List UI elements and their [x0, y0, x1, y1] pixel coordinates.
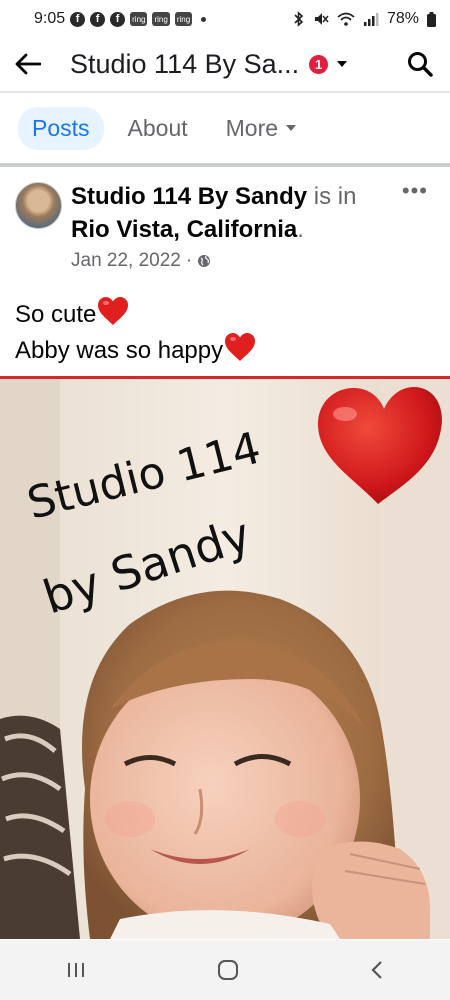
section-divider [0, 163, 450, 167]
wifi-icon [337, 12, 355, 26]
tab-more-label: More [225, 114, 279, 141]
ring-notification-icon: ring [174, 12, 193, 26]
author-avatar[interactable] [15, 182, 62, 229]
home-icon[interactable] [217, 959, 239, 981]
post-options-button[interactable]: ••• [402, 178, 428, 204]
page-title: Studio 114 By Sa... [70, 48, 300, 79]
bluetooth-icon [294, 11, 304, 27]
facebook-notification-icon: f [90, 11, 106, 27]
photo-illustration: Studio 114 by Sandy [0, 379, 450, 939]
facebook-notification-icon: f [70, 11, 86, 27]
tab-more[interactable]: More [212, 107, 310, 150]
back-arrow-icon [15, 53, 41, 75]
post-header: Studio 114 By Sandy is in Rio Vista, Cal… [0, 170, 450, 280]
meta-separator: · [185, 250, 193, 271]
page-header: Studio 114 By Sa... 1 [0, 38, 450, 90]
facebook-notification-icon: f [110, 11, 126, 27]
tab-posts[interactable]: Posts [18, 106, 104, 150]
location-link[interactable]: Rio Vista, California [71, 216, 297, 243]
heart-icon [98, 297, 129, 325]
status-time: 9:05 [34, 10, 66, 27]
mute-icon [314, 13, 329, 25]
chevron-down-icon[interactable] [336, 60, 348, 68]
ring-notification-icon: ring [152, 12, 170, 26]
post-meta: Jan 22, 2022 · [71, 250, 211, 272]
header-divider [0, 91, 450, 93]
battery-percent: 78% [386, 10, 419, 27]
search-icon [408, 52, 433, 77]
tab-about-label: About [127, 114, 188, 141]
back-icon[interactable] [370, 960, 384, 980]
post-text-line2: Abby was so happy [15, 337, 224, 364]
tab-posts-label: Posts [32, 114, 90, 141]
globe-icon [198, 255, 211, 267]
period-text: . [297, 216, 304, 243]
connector-text: is in [313, 183, 357, 210]
post-author-line: Studio 114 By Sandy is in Rio Vista, Cal… [71, 180, 401, 246]
post-text: So cute Abby was so happy [15, 296, 257, 368]
post-text-line1: So cute [15, 301, 97, 328]
ring-notification-icon: ring [130, 12, 148, 26]
more-notifications-dot-icon [201, 16, 207, 22]
signal-icon [363, 13, 379, 26]
heart-icon [225, 333, 256, 361]
profile-tabs: Posts About More [0, 100, 450, 156]
search-button[interactable] [404, 48, 436, 80]
chevron-down-icon [286, 125, 297, 131]
notification-badge: 1 [309, 54, 329, 74]
status-bar: 9:05 f f f ring ring ring 78% [0, 0, 450, 38]
back-button[interactable] [0, 38, 56, 90]
system-navigation-bar [0, 940, 450, 1000]
post-photo[interactable]: Studio 114 by Sandy [0, 379, 450, 939]
recent-apps-icon[interactable] [66, 961, 86, 979]
tab-about[interactable]: About [114, 107, 202, 150]
post-date[interactable]: Jan 22, 2022 [71, 250, 181, 272]
battery-icon [427, 11, 436, 27]
author-name[interactable]: Studio 114 By Sandy [71, 183, 307, 210]
